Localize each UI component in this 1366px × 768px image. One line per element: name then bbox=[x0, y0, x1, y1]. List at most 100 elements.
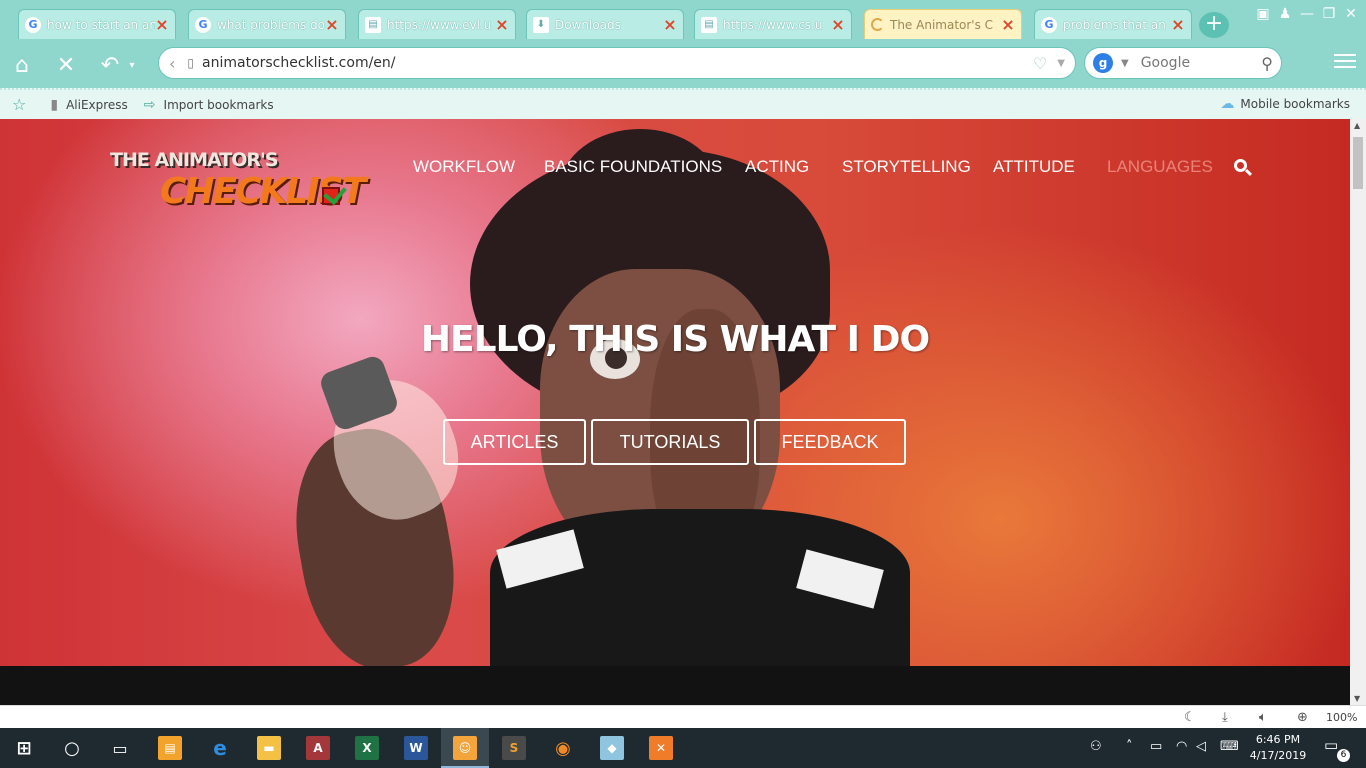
browser-tab[interactable]: ⬇ Downloads × bbox=[526, 9, 684, 39]
favorite-heart-icon[interactable]: ♡ bbox=[1033, 54, 1047, 73]
page-scrollbar[interactable]: ▲ ▼ bbox=[1350, 119, 1366, 705]
xampp-icon[interactable]: ✕ bbox=[649, 736, 673, 760]
clock-time: 6:46 PM bbox=[1255, 733, 1301, 746]
search-icon[interactable]: ⚲ bbox=[1261, 54, 1273, 73]
download-icon[interactable]: ⤓ bbox=[1222, 710, 1228, 725]
browser-tab-active[interactable]: The Animator's C × bbox=[864, 9, 1022, 39]
navigation-bar: ⌂ ✕ ↶ ▾ ‹ ▯ animatorschecklist.com/en/ ♡… bbox=[0, 44, 1366, 88]
bookmark-label: Import bookmarks bbox=[163, 97, 274, 112]
access-icon[interactable]: A bbox=[306, 736, 330, 760]
hero-section: THE ANIMATOR'S CHECKLIST WORKFLOW BASIC … bbox=[0, 119, 1350, 681]
search-circle-icon[interactable]: ○ bbox=[60, 736, 84, 760]
new-tab-button[interactable]: + bbox=[1199, 12, 1229, 38]
nav-workflow[interactable]: WORKFLOW bbox=[413, 157, 515, 177]
tutorials-button[interactable]: TUTORIALS bbox=[591, 419, 749, 465]
close-tab-icon[interactable]: × bbox=[155, 15, 169, 34]
google-icon: G bbox=[25, 16, 41, 33]
edge-icon[interactable]: e bbox=[208, 736, 232, 760]
search-engine-name[interactable]: Google bbox=[1141, 55, 1262, 71]
volume-icon[interactable]: 🔈︎ bbox=[1259, 710, 1267, 725]
search-icon[interactable] bbox=[1232, 157, 1254, 179]
close-tab-icon[interactable]: × bbox=[1001, 15, 1015, 34]
system-clock[interactable]: 6:46 PM 4/17/2019 bbox=[1248, 732, 1308, 764]
tab-title: The Animator's C bbox=[890, 17, 994, 32]
nav-acting[interactable]: ACTING bbox=[745, 157, 809, 177]
bookmark-label: AliExpress bbox=[66, 97, 128, 112]
scroll-up-icon[interactable]: ▲ bbox=[1354, 121, 1360, 130]
articles-button[interactable]: ARTICLES bbox=[443, 419, 586, 465]
chevron-down-icon[interactable]: ▾ bbox=[116, 50, 148, 82]
store-icon[interactable]: ▤ bbox=[158, 736, 182, 760]
file-explorer-icon[interactable]: ▬ bbox=[257, 736, 281, 760]
battery-icon[interactable]: ▭ bbox=[1150, 739, 1162, 754]
minimize-icon[interactable]: — bbox=[1296, 6, 1318, 22]
tab-title: https://www.cs.u bbox=[723, 17, 823, 32]
web-page: THE ANIMATOR'S CHECKLIST WORKFLOW BASIC … bbox=[0, 119, 1350, 705]
address-bar[interactable]: ‹ ▯ animatorschecklist.com/en/ ♡ ▼ bbox=[158, 47, 1076, 79]
address-url[interactable]: animatorschecklist.com/en/ bbox=[202, 55, 1033, 71]
scroll-down-icon[interactable]: ▼ bbox=[1354, 694, 1360, 703]
mobile-bookmarks-label: Mobile bookmarks bbox=[1240, 97, 1350, 111]
close-tab-icon[interactable]: × bbox=[663, 15, 677, 34]
star-icon[interactable]: ☆ bbox=[12, 95, 26, 114]
mobile-bookmarks[interactable]: ☁ Mobile bookmarks bbox=[1220, 96, 1350, 112]
zoom-icon[interactable]: ⊕ bbox=[1297, 710, 1308, 725]
word-icon[interactable]: W bbox=[404, 736, 428, 760]
keyboard-icon[interactable]: ⌨ bbox=[1220, 739, 1239, 754]
chevron-up-icon[interactable]: ˄ bbox=[1126, 739, 1133, 754]
scrollbar-thumb[interactable] bbox=[1353, 137, 1363, 189]
excel-icon[interactable]: X bbox=[355, 736, 379, 760]
uc-browser-icon[interactable]: ☺ bbox=[453, 736, 477, 760]
browser-menu-icon[interactable] bbox=[1330, 50, 1360, 72]
close-tab-icon[interactable]: × bbox=[325, 15, 339, 34]
hero-title: HELLO, THIS IS WHAT I DO bbox=[420, 319, 930, 360]
browser-tab[interactable]: G what problems do × bbox=[188, 9, 346, 39]
wifi-icon[interactable]: ◠ bbox=[1176, 739, 1187, 754]
page-dark-band bbox=[0, 666, 1350, 705]
nav-attitude[interactable]: ATTITUDE bbox=[993, 157, 1075, 177]
download-icon: ⬇ bbox=[533, 16, 549, 33]
windows-start-icon[interactable]: ⊞ bbox=[12, 736, 36, 760]
close-tab-icon[interactable]: × bbox=[1171, 15, 1185, 34]
browser-tab[interactable]: ▤ https://www.cs.u × bbox=[694, 9, 852, 39]
feedback-button[interactable]: FEEDBACK bbox=[754, 419, 906, 465]
search-engine-icon[interactable]: g bbox=[1093, 53, 1113, 73]
tab-title: Downloads bbox=[555, 17, 621, 32]
google-icon: G bbox=[195, 16, 211, 33]
chevron-down-icon[interactable]: ▼ bbox=[1057, 58, 1065, 69]
people-icon[interactable]: ⚇ bbox=[1090, 739, 1102, 754]
restore-icon[interactable]: ❐ bbox=[1318, 6, 1340, 22]
close-tab-icon[interactable]: × bbox=[831, 15, 845, 34]
site-logo[interactable]: THE ANIMATOR'S CHECKLIST bbox=[108, 149, 366, 219]
home-icon[interactable]: ⌂ bbox=[6, 50, 38, 82]
bookmark-import[interactable]: ⇨ Import bookmarks bbox=[144, 97, 274, 113]
night-mode-icon[interactable]: ☾ bbox=[1184, 710, 1196, 725]
task-view-icon[interactable]: ▭ bbox=[108, 736, 132, 760]
blender-icon[interactable]: ◉ bbox=[551, 736, 575, 760]
notification-center-icon[interactable]: ▭ 6 bbox=[1324, 736, 1350, 762]
app-icon[interactable]: ◆ bbox=[600, 736, 624, 760]
bookmark-aliexpress[interactable]: ▮ AliExpress bbox=[50, 97, 127, 113]
shirt-icon[interactable]: ♟ bbox=[1274, 6, 1296, 22]
skin-icon[interactable]: ▣ bbox=[1252, 6, 1274, 22]
sublime-text-icon[interactable]: S bbox=[502, 736, 526, 760]
nav-languages[interactable]: LANGUAGES bbox=[1107, 157, 1213, 177]
browser-tab[interactable]: ▤ https://www.evl.u × bbox=[358, 9, 516, 39]
back-arrow-icon[interactable]: ‹ bbox=[169, 54, 175, 73]
browser-tab[interactable]: G problems that an × bbox=[1034, 9, 1192, 39]
browser-tab[interactable]: G how to start an an × bbox=[18, 9, 176, 39]
nav-storytelling[interactable]: STORYTELLING bbox=[842, 157, 971, 177]
zoom-level[interactable]: 100% bbox=[1326, 711, 1357, 724]
nav-basic-foundations[interactable]: BASIC FOUNDATIONS bbox=[544, 157, 722, 177]
windows-taskbar: ⊞ ○ ▭ ▤ e ▬ A X W ☺ S ◉ ◆ ✕ ⚇ ˄ ▭ ◠ ◁ ⌨ … bbox=[0, 728, 1366, 768]
close-window-icon[interactable]: ✕ bbox=[1340, 6, 1362, 22]
chevron-down-icon[interactable]: ▼ bbox=[1121, 58, 1129, 69]
notification-count: 6 bbox=[1337, 749, 1350, 762]
status-bar: ☾ ⤓ 🔈︎ ⊕ 100% bbox=[0, 705, 1366, 728]
stop-icon[interactable]: ✕ bbox=[50, 50, 82, 82]
loading-spinner-icon bbox=[871, 18, 884, 31]
search-box[interactable]: g ▼ Google ⚲ bbox=[1084, 47, 1282, 79]
close-tab-icon[interactable]: × bbox=[495, 15, 509, 34]
speaker-icon[interactable]: ◁ bbox=[1196, 739, 1206, 754]
tab-title: https://www.evl.u bbox=[387, 17, 492, 32]
